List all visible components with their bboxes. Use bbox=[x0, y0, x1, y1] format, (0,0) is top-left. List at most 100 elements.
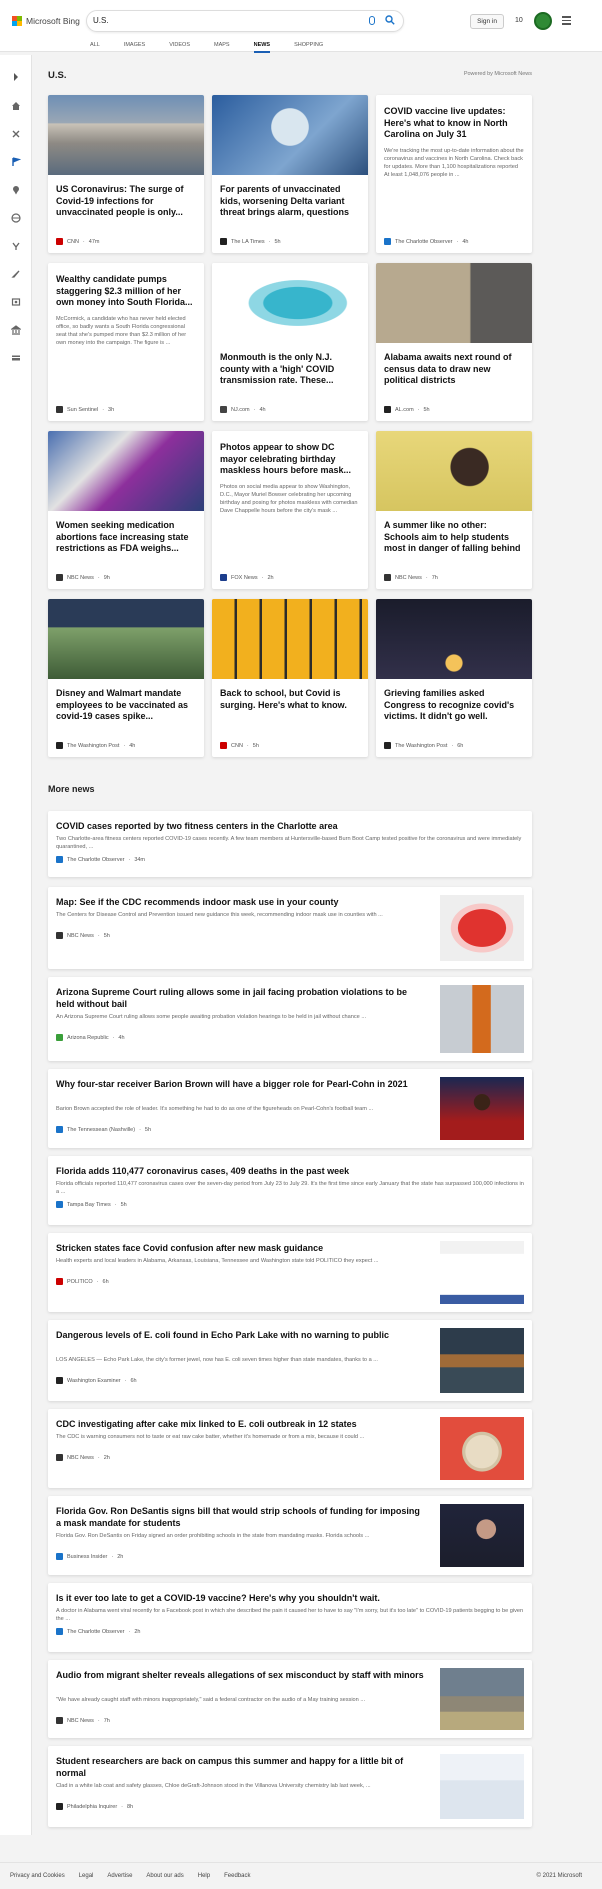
microphone-icon[interactable] bbox=[369, 16, 375, 25]
footer-link-legal[interactable]: Legal bbox=[79, 1873, 94, 1879]
news-card-image[interactable] bbox=[376, 431, 532, 511]
more-news-source[interactable]: Washington Examiner · 6h bbox=[56, 1377, 137, 1384]
news-card-title[interactable]: Women seeking medication abortions face … bbox=[48, 511, 204, 567]
news-card-source[interactable]: The Washington Post · 4h bbox=[56, 742, 135, 749]
news-card-image[interactable] bbox=[212, 599, 368, 679]
more-news-item[interactable]: COVID cases reported by two fitness cent… bbox=[48, 811, 532, 877]
more-news-source[interactable]: The Charlotte Observer · 34m bbox=[56, 856, 145, 863]
footer-link-advertise[interactable]: Advertise bbox=[107, 1873, 132, 1879]
chevron-right-icon[interactable] bbox=[11, 69, 21, 81]
bing-logo[interactable]: Microsoft Bing bbox=[12, 16, 80, 26]
news-card-title[interactable]: Photos appear to show DC mayor celebrati… bbox=[212, 431, 368, 477]
news-card-source[interactable]: Sun Sentinel · 3h bbox=[56, 406, 114, 413]
news-card-source[interactable]: FOX News · 2h bbox=[220, 574, 274, 581]
more-news-item[interactable]: Why four-star receiver Barion Brown will… bbox=[48, 1069, 532, 1148]
tab-all[interactable]: ALL bbox=[90, 42, 100, 53]
more-news-item[interactable]: Student researchers are back on campus t… bbox=[48, 1746, 532, 1827]
more-news-thumbnail[interactable] bbox=[440, 1504, 524, 1567]
more-news-thumbnail[interactable] bbox=[440, 1668, 524, 1730]
tab-news[interactable]: NEWS bbox=[253, 42, 271, 53]
news-card-source[interactable]: CNN · 5h bbox=[220, 742, 259, 749]
news-card-image[interactable] bbox=[48, 431, 204, 511]
more-news-thumbnail[interactable] bbox=[440, 895, 524, 961]
news-card[interactable]: For parents of unvaccinated kids, worsen… bbox=[212, 95, 368, 253]
more-news-title[interactable]: Why four-star receiver Barion Brown will… bbox=[56, 1079, 426, 1091]
more-news-source[interactable]: POLITICO · 6h bbox=[56, 1278, 109, 1285]
more-news-title[interactable]: Dangerous levels of E. coli found in Ech… bbox=[56, 1330, 426, 1342]
more-news-title[interactable]: Audio from migrant shelter reveals alleg… bbox=[56, 1670, 426, 1682]
rewards-icon[interactable] bbox=[534, 12, 552, 30]
more-news-item[interactable]: Audio from migrant shelter reveals alleg… bbox=[48, 1660, 532, 1738]
footer-link-feedback[interactable]: Feedback bbox=[224, 1873, 250, 1879]
more-news-title[interactable]: Map: See if the CDC recommends indoor ma… bbox=[56, 897, 426, 909]
more-news-thumbnail[interactable] bbox=[440, 1077, 524, 1140]
more-news-source[interactable]: Tampa Bay Times · 5h bbox=[56, 1201, 127, 1208]
news-card[interactable]: Monmouth is the only N.J. county with a … bbox=[212, 263, 368, 421]
news-card[interactable]: Grieving families asked Congress to reco… bbox=[376, 599, 532, 757]
more-news-item[interactable]: Dangerous levels of E. coli found in Ech… bbox=[48, 1320, 532, 1401]
footer-link-about-ads[interactable]: About our ads bbox=[146, 1873, 183, 1879]
news-card[interactable]: A summer like no other: Schools aim to h… bbox=[376, 431, 532, 589]
news-card-source[interactable]: NJ.com · 4h bbox=[220, 406, 266, 413]
news-card-title[interactable]: Back to school, but Covid is surging. He… bbox=[212, 679, 368, 735]
news-card[interactable]: Women seeking medication abortions face … bbox=[48, 431, 204, 589]
more-news-source[interactable]: Philadelphia Inquirer · 8h bbox=[56, 1803, 133, 1810]
news-card[interactable]: Wealthy candidate pumps staggering $2.3 … bbox=[48, 263, 204, 421]
more-news-title[interactable]: CDC investigating after cake mix linked … bbox=[56, 1419, 426, 1431]
location-icon[interactable] bbox=[11, 182, 21, 195]
more-news-title[interactable]: Student researchers are back on campus t… bbox=[56, 1756, 426, 1779]
scales-icon[interactable] bbox=[11, 238, 21, 250]
news-card-title[interactable]: Disney and Walmart mandate employees to … bbox=[48, 679, 204, 735]
more-news-item[interactable]: Stricken states face Covid confusion aft… bbox=[48, 1233, 532, 1312]
news-card-title[interactable]: A summer like no other: Schools aim to h… bbox=[376, 511, 532, 567]
news-card-image[interactable] bbox=[48, 95, 204, 175]
footer-link-help[interactable]: Help bbox=[198, 1873, 210, 1879]
more-news-source[interactable]: NBC News · 2h bbox=[56, 1454, 110, 1461]
more-news-source[interactable]: The Tennessean (Nashville) · 5h bbox=[56, 1126, 151, 1133]
more-news-source[interactable]: Business Insider · 2h bbox=[56, 1553, 123, 1560]
news-card-title[interactable]: Monmouth is the only N.J. county with a … bbox=[212, 343, 368, 399]
news-card-source[interactable]: AL.com · 5h bbox=[384, 406, 430, 413]
more-news-thumbnail[interactable] bbox=[440, 1241, 524, 1304]
more-news-source[interactable]: NBC News · 7h bbox=[56, 1717, 110, 1724]
news-card-title[interactable]: Alabama awaits next round of census data… bbox=[376, 343, 532, 399]
news-card-title[interactable]: Wealthy candidate pumps staggering $2.3 … bbox=[48, 263, 204, 309]
news-card[interactable]: COVID vaccine live updates: Here's what … bbox=[376, 95, 532, 253]
tab-maps[interactable]: MAPS bbox=[214, 42, 230, 53]
flag-icon[interactable] bbox=[11, 154, 22, 166]
science-icon[interactable] bbox=[11, 126, 21, 138]
news-card-image[interactable] bbox=[212, 95, 368, 175]
news-card-source[interactable]: NBC News · 7h bbox=[384, 574, 438, 581]
more-news-title[interactable]: Florida adds 110,477 coronavirus cases, … bbox=[56, 1166, 524, 1178]
search-box[interactable]: U.S. bbox=[86, 10, 404, 32]
globe-icon[interactable] bbox=[11, 210, 21, 223]
news-card-title[interactable]: For parents of unvaccinated kids, worsen… bbox=[212, 175, 368, 231]
search-input[interactable]: U.S. bbox=[93, 16, 109, 25]
news-card[interactable]: US Coronavirus: The surge of Covid-19 in… bbox=[48, 95, 204, 253]
card-icon[interactable] bbox=[11, 350, 21, 361]
rewards-count[interactable]: 10 bbox=[515, 17, 523, 24]
news-card-title[interactable]: US Coronavirus: The surge of Covid-19 in… bbox=[48, 175, 204, 231]
news-card-source[interactable]: The Charlotte Observer · 4h bbox=[384, 238, 468, 245]
news-card[interactable]: Back to school, but Covid is surging. He… bbox=[212, 599, 368, 757]
rocket-icon[interactable] bbox=[11, 266, 21, 278]
more-news-source[interactable]: Arizona Republic · 4h bbox=[56, 1034, 125, 1041]
news-card[interactable]: Disney and Walmart mandate employees to … bbox=[48, 599, 204, 757]
news-card-image[interactable] bbox=[212, 263, 368, 343]
more-news-item[interactable]: Florida Gov. Ron DeSantis signs bill tha… bbox=[48, 1496, 532, 1575]
news-card[interactable]: Photos appear to show DC mayor celebrati… bbox=[212, 431, 368, 589]
more-news-thumbnail[interactable] bbox=[440, 1417, 524, 1480]
tab-shopping[interactable]: SHOPPING bbox=[294, 42, 323, 53]
news-card-source[interactable]: The LA Times · 5h bbox=[220, 238, 281, 245]
film-icon[interactable] bbox=[11, 294, 21, 306]
more-news-title[interactable]: Florida Gov. Ron DeSantis signs bill tha… bbox=[56, 1506, 426, 1529]
news-card-source[interactable]: The Washington Post · 6h bbox=[384, 742, 463, 749]
more-news-thumbnail[interactable] bbox=[440, 985, 524, 1053]
more-news-item[interactable]: Florida adds 110,477 coronavirus cases, … bbox=[48, 1156, 532, 1225]
news-card[interactable]: Alabama awaits next round of census data… bbox=[376, 263, 532, 421]
more-news-item[interactable]: Is it ever too late to get a COVID-19 va… bbox=[48, 1583, 532, 1652]
more-news-thumbnail[interactable] bbox=[440, 1754, 524, 1819]
more-news-item[interactable]: Map: See if the CDC recommends indoor ma… bbox=[48, 887, 532, 969]
more-news-title[interactable]: Arizona Supreme Court ruling allows some… bbox=[56, 987, 426, 1010]
home-icon[interactable] bbox=[11, 98, 21, 110]
